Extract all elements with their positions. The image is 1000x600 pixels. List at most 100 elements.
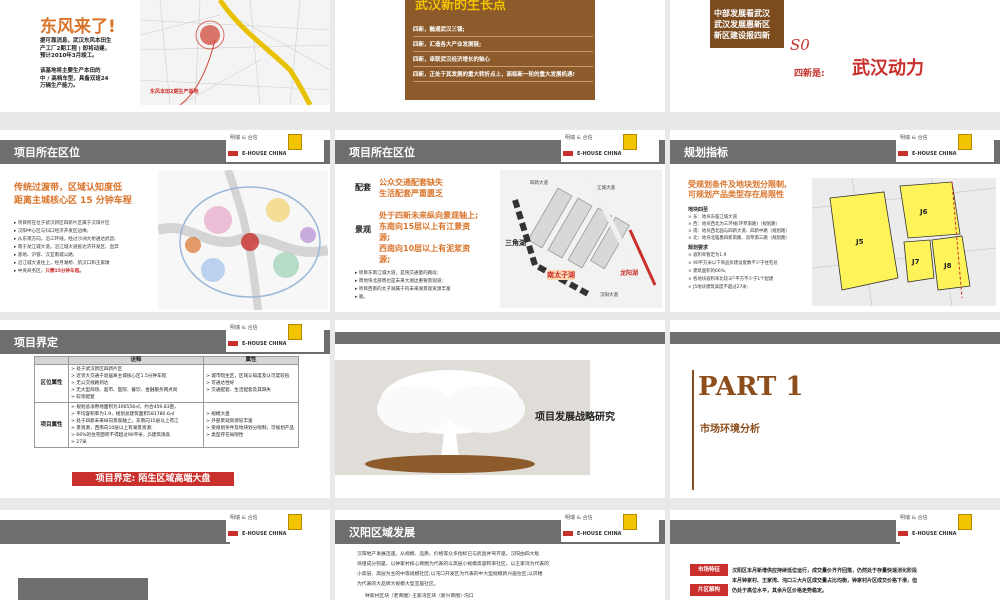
headline: 武汉动力 (852, 58, 924, 79)
note-line: ▸ 项目东南江城大道，是快交通量的路段; (355, 271, 439, 276)
header-bar (335, 332, 665, 344)
logo-mark-icon (623, 514, 637, 530)
headline-line: 受规划条件及地块划分限制, (688, 180, 788, 189)
slide-location-1: 项目所在区位 明瑞 & 合信 E-HOUSE CHINA 传统过渡带，区域认知度… (0, 130, 330, 312)
parcel-label: J7 (911, 258, 920, 266)
note-line: ▸ 项目西南的太子湖属于的未来湖景观资源丰富 (355, 287, 451, 292)
cell-line: > 27米 (71, 440, 87, 445)
bounds-item: × 东：地块东临江城大道 (688, 215, 737, 220)
slide-market: 明瑞 & 合信 E-HOUSE CHINA 市场特征 片区解构 汉阳区本月新增供… (670, 510, 1000, 600)
slide-planning: 规划指标 明瑞 & 合信 E-HOUSE CHINA 受规划条件及地块划分限制,… (670, 130, 1000, 312)
landscape-line: 东南向15层以上有江景资 (379, 222, 471, 231)
slide-title: 武汉新的生长点 (415, 0, 507, 13)
strategy-title: 项目发展战略研究 (535, 412, 615, 423)
map-label-jiangcheng: 江城大道 (597, 186, 615, 191)
growth-item: 四新，融通武汉三镇; (413, 22, 593, 37)
requirement-item: × 容积率暂定为1.9 (688, 253, 727, 258)
project-attribute: > 规模大盘 > 外部景观资源较丰富 > 受规划条件及地块划分限制，可规划产品 > 类… (203, 402, 299, 448)
logo-red-bar (898, 531, 908, 536)
market-text: 汉阳区本月新增供应持续低位运行，成交量价齐齐回落，仍然处于存量快速消化阶段 本月钟… (732, 566, 917, 596)
landscape-line: 西南向10层以上有泥浆资 (379, 244, 471, 253)
section-number: S0 (790, 36, 810, 54)
slide-title: 东风来了! (40, 17, 116, 37)
paragraph-line: 块组成分别是，以钟家村核心商圈为代表的以高层小规模高容积率社区。以王家湾为代表的 (357, 562, 549, 567)
slogan-line: 中部发展看武汉 (714, 9, 770, 18)
logo-brand: 明瑞 & 合信 (230, 325, 258, 331)
amenities-text: 公众交通配套缺失 生活配套严重匮乏 (379, 177, 443, 199)
company-logo: 明瑞 & 合信 E-HOUSE CHINA (896, 512, 994, 542)
company-logo: 明瑞 & 合信 E-HOUSE CHINA (226, 512, 324, 542)
header-title: 项目所在区位 (349, 146, 415, 159)
cell-line: > 较等配套 (71, 395, 95, 400)
header-bar (670, 332, 1000, 344)
landscape-notes: ▸ 项目东南江城大道，是快交通量的路段; ▸ 周地块北部周也是未来大湖边重要景观道… (355, 270, 451, 302)
part-title: PART 1 (698, 372, 804, 402)
logo-company: E-HOUSE CHINA (242, 151, 287, 157)
slide-growth-point: 武汉新的生长点 四新，融通武汉三镇; 四新，汇造各大产业发展链; 四新，串联武汉经济… (335, 0, 665, 112)
growth-item: 四新，汇造各大产业发展链; (413, 37, 593, 52)
header-title: 项目所在区位 (14, 146, 80, 159)
logo-brand: 明瑞 & 合信 (230, 515, 258, 521)
cell-line: > 处于武汉新区四新片区 (71, 367, 123, 372)
amenity-line: 公众交通配套缺失 (379, 178, 443, 187)
parcel-label: J8 (943, 262, 952, 270)
cell-line: > 近邻大交通于退居离主城核心区1.5分钟车程 (71, 374, 167, 379)
logo-brand: 明瑞 & 合信 (230, 135, 258, 141)
logo-company: E-HOUSE CHINA (912, 151, 957, 157)
location-explain: > 处于武汉新区四新片区 > 近邻大交通于退居离主城核心区1.5分钟车程 > 无公交… (68, 364, 204, 403)
headline: 传统过渡带，区域认知度低 距离主城核心区 15 分钟车程 (14, 182, 132, 208)
logo-brand: 明瑞 & 合信 (565, 515, 593, 521)
logo-mark-icon (958, 514, 972, 530)
logo-red-bar (563, 151, 573, 156)
label-landscape: 景观 (355, 225, 371, 234)
requirement-item: × 建筑面积的66%; (688, 269, 727, 274)
logo-company: E-HOUSE CHINA (577, 151, 622, 157)
logo-mark-icon (288, 324, 302, 340)
divider-line (692, 370, 694, 490)
paragraph-line: 汉阳地产发展迅速。从规模、品质、价格等众多指标已与武昌并驾齐驱。汉阳由四大板 (357, 552, 540, 557)
map-label-sijin: 四新大道 (530, 181, 548, 186)
landscape-text: 处于四新未来纵向景观轴上; 东南向15层以上有江景资 源; 西南向10层以上有泥浆资源… (379, 210, 478, 265)
company-logo: 明瑞 & 合信 E-HOUSE CHINA (896, 132, 994, 162)
cell-line: > 处于四新未来纵向景观轴上，东南向15层以上有江 (71, 419, 179, 424)
headline-prefix: 四新是: (794, 69, 825, 79)
hanyang-blocks: 钟家村区块（老商圈）·王家湾区块（新兴商圈）·沌口 (365, 594, 474, 599)
requirement-item: × 各地块容积率比较3户平方不少于1个配建 (688, 277, 774, 282)
logo-mark-icon (288, 134, 302, 150)
parcel-map: J6 J5 J7 J8 (812, 178, 996, 306)
highlight-text: 只需15分钟车程。 (45, 269, 84, 274)
headline-line: 距离主城核心区 15 分钟车程 (14, 196, 132, 206)
cell-line: > 城市暗生区，区域认知度及认可度较低 (206, 374, 290, 379)
bullet-item: ▸ 基地、沪蓉、汉宜南城公路; (14, 253, 75, 258)
logo-red-bar (898, 151, 908, 156)
row-label-project: 项目属性 (34, 402, 69, 448)
headline-line: 传统过渡带，区域认知度低 (14, 183, 123, 193)
bounds-item: × 西：地块西北为三环线(环草南路)（规划路） (688, 222, 780, 227)
growth-item: 四新，正处于其发展的重大转折点上，面临新一轮的重大发展机遇! (413, 67, 593, 82)
company-logo: 明瑞 & 合信 E-HOUSE CHINA (561, 512, 659, 542)
landscape-line: 源; (379, 255, 391, 264)
slide-partial-logo: 明瑞 & 合信 E-HOUSE CHINA (0, 510, 330, 600)
cell-line: > 可通达性好 (206, 381, 235, 386)
tag-market: 市场特征 (690, 564, 728, 576)
project-explain: > 规划总净用地面积为306556㎡，约合459.83亩， > 平均容积率为1.9… (68, 402, 204, 448)
logo-company: E-HOUSE CHINA (577, 531, 622, 537)
cell-line: > 66%的住宅面积不得超过90平米，J5建筑限高 (71, 433, 171, 438)
cell-line: > 平均容积率为1.9，规划总建筑面积581780.6㎡ (71, 412, 175, 417)
bullet-item: ▸ 项目所在位于武汉新区四新片区属于汉阳片区 (14, 221, 110, 226)
slide-dongfeng: 东风来了! 据可靠消息，武汉东风本田生 产工厂2期工程 | 即将动建， 预计2010… (0, 0, 330, 112)
slogan-line: 新区建设报四新 (714, 31, 770, 40)
cell-line: > 景资源，西南向10层以上有湖景资源; (71, 426, 153, 431)
cell-line: > 规模大盘 (206, 412, 230, 417)
map-label: 东风本田2期生产基地 (150, 89, 199, 95)
logo-company: E-HOUSE CHINA (912, 531, 957, 537)
bullet-item: ▸ 汉阳中心区与归口经济开发区边缘; (14, 229, 89, 234)
slide-part1: PART 1 市场环境分析 (670, 320, 1000, 498)
headline-line: 可规划产品类型存在局限性 (688, 190, 784, 199)
bullet-item: ▸ 中央商务区，只需15分钟车程。 (14, 269, 84, 274)
requirement-item: × J5地块建筑高度不超过27米; (688, 285, 749, 290)
bounds-item: × 北：地块北临墨四新南路、双草南三路（规划路） (688, 236, 790, 241)
slogan-line: 武汉发展惠新区 (714, 20, 770, 29)
tree-illustration (365, 370, 535, 473)
header-title: 规划指标 (684, 146, 728, 159)
